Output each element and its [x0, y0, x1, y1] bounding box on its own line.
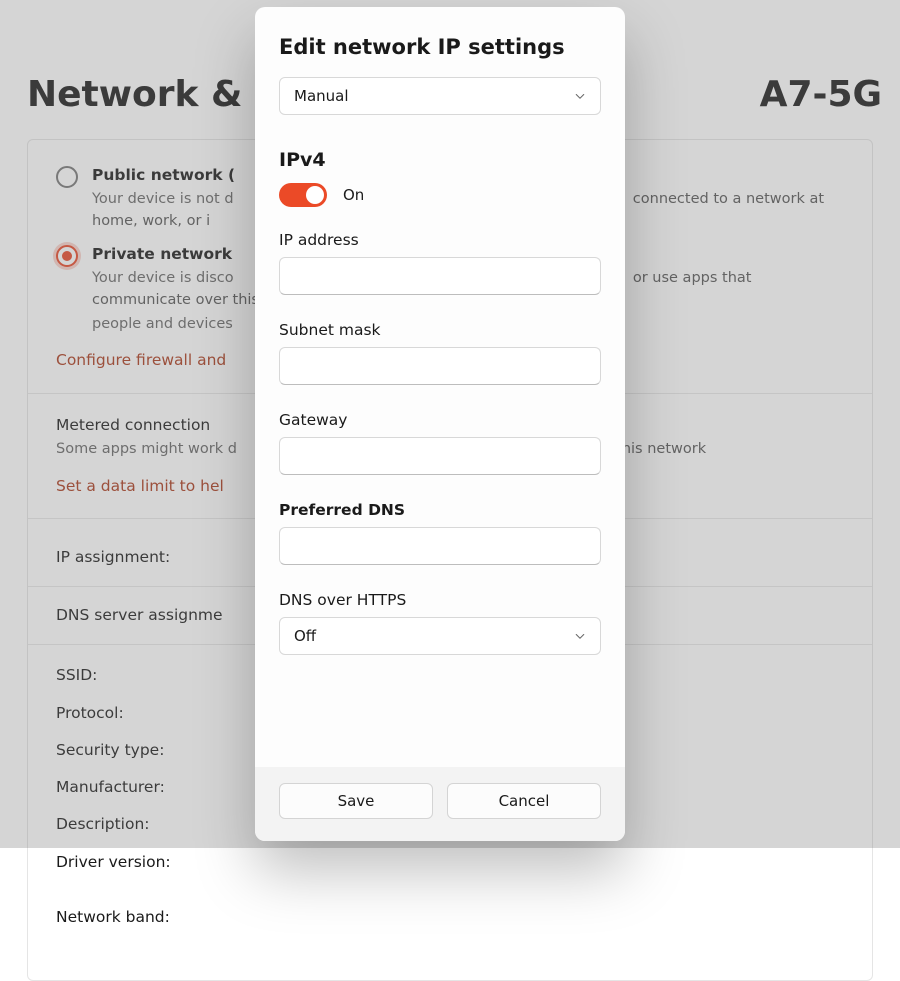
dialog-footer: Save Cancel: [255, 767, 625, 841]
preferred-dns-input[interactable]: [279, 527, 601, 565]
band-row: Network band:: [56, 899, 844, 936]
gateway-field: Gateway: [279, 411, 601, 475]
dialog-title: Edit network IP settings: [279, 35, 601, 59]
edit-ip-settings-dialog: Edit network IP settings Manual IPv4 On …: [255, 7, 625, 841]
ipv4-toggle-row: On: [279, 183, 601, 207]
doh-label: DNS over HTTPS: [279, 591, 601, 609]
save-button-label: Save: [338, 792, 375, 810]
preferred-dns-field: Preferred DNS: [279, 501, 601, 565]
chevron-down-icon: [574, 630, 586, 642]
subnet-mask-field: Subnet mask: [279, 321, 601, 385]
cancel-button[interactable]: Cancel: [447, 783, 601, 819]
doh-field: DNS over HTTPS Off: [279, 591, 601, 655]
ip-address-label: IP address: [279, 231, 601, 249]
toggle-knob-icon: [306, 186, 324, 204]
driver-row: Driver version:: [56, 844, 844, 881]
ipv4-heading: IPv4: [279, 149, 601, 171]
ip-mode-select[interactable]: Manual: [279, 77, 601, 115]
ipv4-toggle-state: On: [343, 186, 364, 204]
chevron-down-icon: [574, 90, 586, 102]
dialog-body: Edit network IP settings Manual IPv4 On …: [255, 7, 625, 767]
subnet-mask-input[interactable]: [279, 347, 601, 385]
doh-select[interactable]: Off: [279, 617, 601, 655]
save-button[interactable]: Save: [279, 783, 433, 819]
gateway-label: Gateway: [279, 411, 601, 429]
gateway-input[interactable]: [279, 437, 601, 475]
ipv4-toggle[interactable]: [279, 183, 327, 207]
subnet-mask-label: Subnet mask: [279, 321, 601, 339]
cancel-button-label: Cancel: [499, 792, 550, 810]
preferred-dns-label: Preferred DNS: [279, 501, 601, 519]
doh-selected: Off: [294, 627, 316, 645]
ip-mode-selected: Manual: [294, 87, 349, 105]
ip-address-field: IP address: [279, 231, 601, 295]
ip-address-input[interactable]: [279, 257, 601, 295]
